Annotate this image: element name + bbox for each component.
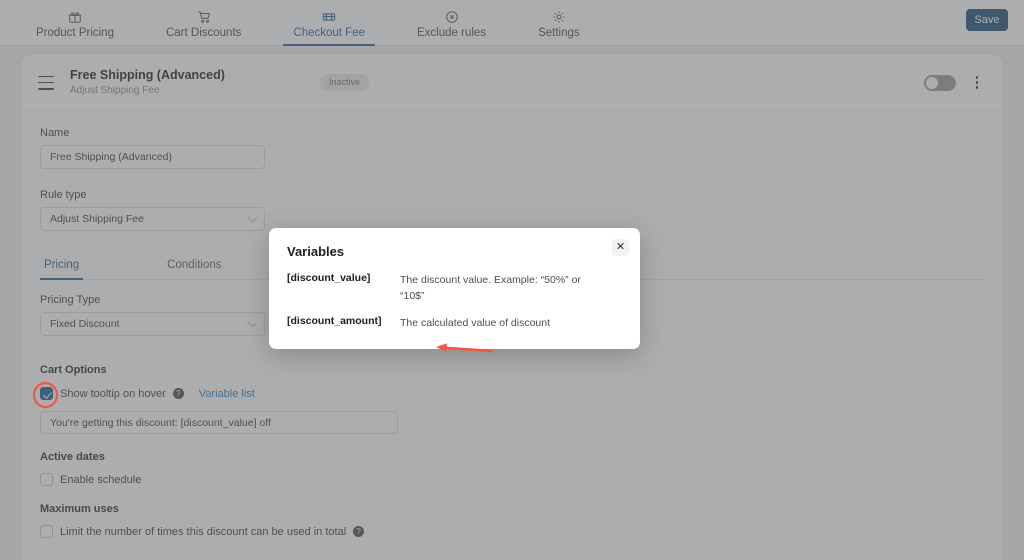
- nav-tab-label: Cart Discounts: [165, 27, 242, 39]
- circle-x-icon: [445, 10, 459, 24]
- cart-options-label: Cart Options: [40, 364, 107, 376]
- close-icon[interactable]: ✕: [612, 239, 629, 256]
- variable-row: [discount_value] The discount value. Exa…: [287, 272, 622, 304]
- rule-card-header-actions: [924, 74, 984, 91]
- enable-schedule-label: Enable schedule: [60, 473, 142, 486]
- tab-pricing[interactable]: Pricing: [40, 253, 101, 280]
- nav-tab-exclude-rules[interactable]: Exclude rules: [391, 0, 512, 46]
- rule-card-header: Free Shipping (Advanced) Adjust Shipping…: [22, 55, 1002, 111]
- limit-uses-checkbox[interactable]: [40, 525, 53, 538]
- show-tooltip-checkbox[interactable]: [40, 387, 53, 400]
- rule-type-label: Rule type: [40, 189, 87, 201]
- modal-title: Variables: [287, 244, 345, 259]
- nav-tab-label: Exclude rules: [417, 27, 487, 39]
- show-tooltip-label: Show tooltip on hover: [60, 387, 166, 400]
- pricing-type-value: Fixed Discount: [50, 318, 120, 330]
- name-label: Name: [40, 127, 70, 139]
- status-badge: Inactive: [320, 74, 370, 91]
- variable-description: The discount value. Example: “50%” or “1…: [400, 274, 581, 302]
- rule-type-select[interactable]: Adjust Shipping Fee: [40, 207, 265, 231]
- rule-type-value: Adjust Shipping Fee: [50, 213, 144, 225]
- save-button[interactable]: Save: [966, 9, 1008, 31]
- more-vertical-icon[interactable]: [970, 75, 984, 91]
- limit-uses-row: Limit the number of times this discount …: [40, 525, 984, 538]
- nav-tab-label: Settings: [538, 27, 580, 39]
- show-tooltip-row: Show tooltip on hover ? Variable list: [40, 387, 984, 400]
- top-navigation-bar: Product Pricing Cart Discounts Checkout …: [0, 0, 1024, 46]
- enable-schedule-row: Enable schedule: [40, 473, 984, 486]
- enable-schedule-checkbox[interactable]: [40, 473, 53, 486]
- pricing-type-select[interactable]: Fixed Discount: [40, 312, 265, 336]
- chevron-down-icon: [247, 212, 258, 223]
- gift-icon: [68, 10, 82, 24]
- drag-handle-icon[interactable]: [38, 75, 54, 90]
- gear-icon: [552, 10, 566, 24]
- nav-tab-label: Checkout Fee: [293, 27, 366, 39]
- app-root: Product Pricing Cart Discounts Checkout …: [0, 0, 1024, 560]
- rule-card-titles: Free Shipping (Advanced) Adjust Shipping…: [70, 68, 250, 97]
- nav-tab-cart-discounts[interactable]: Cart Discounts: [140, 0, 267, 46]
- active-dates-label: Active dates: [40, 451, 105, 463]
- help-icon[interactable]: ?: [353, 526, 365, 537]
- variable-description: The calculated value of discount: [400, 317, 551, 329]
- nav-tab-product-pricing[interactable]: Product Pricing: [10, 0, 140, 46]
- tooltip-text-input[interactable]: You're getting this discount: [discount_…: [40, 411, 398, 434]
- rule-title: Free Shipping (Advanced): [70, 68, 225, 82]
- variables-modal: Variables ✕ [discount_value] The discoun…: [269, 228, 640, 349]
- variable-name: [discount_amount]: [287, 315, 382, 327]
- variable-list-link[interactable]: Variable list: [199, 388, 255, 400]
- nav-tab-settings[interactable]: Settings: [512, 0, 606, 46]
- variable-row: [discount_amount] The calculated value o…: [287, 315, 622, 331]
- chevron-down-icon: [247, 317, 258, 328]
- tab-conditions[interactable]: Conditions: [163, 253, 243, 279]
- maximum-uses-label: Maximum uses: [40, 503, 119, 515]
- truck-icon: [322, 10, 336, 24]
- help-icon[interactable]: ?: [172, 388, 184, 399]
- nav-tab-label: Product Pricing: [36, 27, 114, 39]
- limit-uses-label: Limit the number of times this discount …: [60, 525, 347, 538]
- nav-tab-checkout-fee[interactable]: Checkout Fee: [267, 0, 391, 46]
- nav-tab-list: Product Pricing Cart Discounts Checkout …: [0, 0, 1024, 46]
- rule-subtitle: Adjust Shipping Fee: [70, 85, 160, 96]
- variable-name: [discount_value]: [287, 272, 371, 284]
- rule-enable-toggle[interactable]: [924, 74, 956, 91]
- name-input[interactable]: Free Shipping (Advanced): [40, 145, 265, 169]
- shopping-cart-icon: [197, 10, 211, 24]
